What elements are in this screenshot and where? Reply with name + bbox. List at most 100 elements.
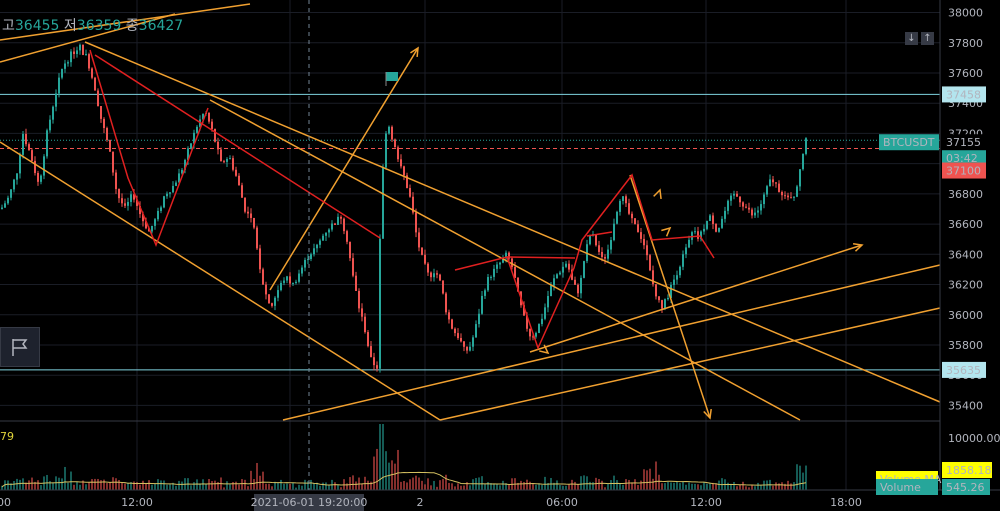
volume-bar (556, 480, 558, 490)
candle-body (217, 141, 219, 150)
volume-bar (244, 479, 246, 490)
volume-bar (541, 484, 543, 490)
volume-bar (76, 482, 78, 490)
volume-bar (79, 484, 81, 490)
candle-body (694, 231, 696, 233)
volume-bar (91, 479, 93, 490)
volume-tag-value: 545.26 (946, 481, 985, 494)
candle-body (643, 238, 645, 246)
volume-bar (283, 483, 285, 490)
ohlc-legend: 고36455 저36359 종36427 (2, 15, 183, 35)
volume-bar (598, 479, 600, 490)
volume-bar (154, 483, 156, 490)
flag-button[interactable] (0, 327, 40, 367)
low-label: 저 (63, 18, 77, 34)
candle-body (127, 201, 129, 206)
price-tick-label: 37800 (948, 37, 983, 50)
volume-bar (586, 476, 588, 490)
candle-body (97, 90, 99, 107)
volume-bar (523, 482, 525, 490)
candle-body (760, 204, 762, 211)
volume-bar (691, 483, 693, 490)
volume-bar (64, 466, 66, 490)
candle-body (160, 207, 162, 211)
volume-bar (169, 484, 171, 490)
candle-body (550, 285, 552, 297)
trend-line (84, 41, 941, 403)
volume-bar (757, 482, 759, 490)
volume-bar (634, 479, 636, 490)
volume-bar (775, 482, 777, 490)
candle-body (280, 282, 282, 291)
volume-bar (325, 482, 327, 490)
candle-body (334, 223, 336, 225)
candle-body (802, 153, 804, 170)
volume-bar (409, 479, 411, 490)
price-chart[interactable]: 3800037800376003740037200370003680036600… (0, 0, 1000, 511)
candle-body (790, 197, 792, 199)
candle-body (130, 194, 132, 202)
candle-body (613, 223, 615, 241)
candle-body (565, 263, 567, 267)
candle-body (736, 193, 738, 197)
candle-body (601, 251, 603, 257)
volume-bar (145, 483, 147, 490)
volume-bar (349, 477, 351, 490)
candle-body (553, 278, 555, 286)
candle-body (706, 220, 708, 229)
candle-body (337, 216, 339, 225)
volume-bar (649, 468, 651, 490)
candle-body (340, 216, 342, 219)
candle-body (61, 68, 63, 78)
trend-line (439, 307, 941, 421)
candle-body (106, 128, 108, 141)
candle-body (292, 282, 294, 284)
candle-body (46, 130, 48, 157)
volume-bar (760, 485, 762, 490)
candle-body (175, 182, 177, 186)
candle-body (616, 211, 618, 224)
volume-tag: 79 (0, 430, 14, 443)
candle-body (346, 231, 348, 242)
close-label: 종 (125, 18, 139, 34)
volume-bar (370, 481, 372, 490)
volume-bar (664, 483, 666, 490)
volume-bar (742, 481, 744, 490)
candle-body (661, 300, 663, 309)
candle-body (448, 312, 450, 320)
up-arrow-icon[interactable]: ↑ (921, 32, 934, 45)
price-tick-label: 36600 (948, 218, 983, 231)
volume-bar (601, 480, 603, 490)
volume-bar (304, 479, 306, 490)
price-tag-lower-level: 35635 (946, 364, 981, 377)
volume-bar (394, 463, 396, 490)
price-tag-last: 37155 (946, 136, 981, 149)
volume-bar (802, 472, 804, 490)
candle-body (298, 273, 300, 282)
candle-body (70, 51, 72, 63)
trend-line (0, 141, 441, 421)
volume-bar (559, 485, 561, 490)
volume-bar (247, 486, 249, 490)
volume-bar (616, 480, 618, 490)
candle-body (235, 169, 237, 176)
candle-body (124, 203, 126, 206)
volume-bar (334, 482, 336, 490)
candle-body (466, 346, 468, 351)
candle-body (283, 280, 285, 283)
candle-body (352, 258, 354, 276)
candle-body (622, 196, 624, 201)
down-arrow-icon[interactable]: ↓ (905, 32, 918, 45)
candle-body (475, 324, 477, 338)
candle-body (427, 263, 429, 273)
candle-body (796, 186, 798, 197)
flag-icon (12, 339, 28, 356)
volume-bar (16, 478, 18, 490)
candle-body (436, 273, 438, 275)
volume-bar (250, 470, 252, 490)
candle-body (286, 276, 288, 281)
candle-body (349, 241, 351, 259)
volume-bar (52, 482, 54, 490)
pattern-line (94, 54, 381, 239)
volume-bar (280, 479, 282, 490)
